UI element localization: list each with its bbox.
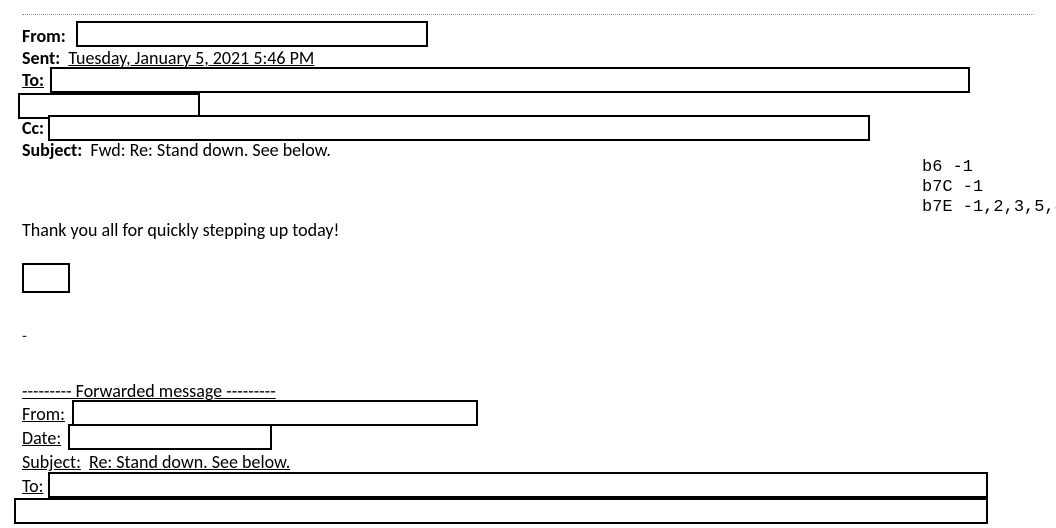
dash-mark: - bbox=[22, 327, 1034, 346]
exemption-codes: b6 -1 b7C -1 b7E -1,2,3,5,8 bbox=[922, 158, 1056, 218]
fwd-from-label: From: bbox=[22, 403, 65, 425]
fwd-to-row: To: bbox=[22, 474, 1034, 498]
forward-separator: --------- Forwarded message --------- bbox=[22, 380, 1034, 402]
cc-label: Cc: bbox=[22, 117, 44, 139]
redaction-fwd-date bbox=[68, 424, 272, 450]
redaction-cc bbox=[48, 115, 870, 141]
fwd-bottom-row bbox=[22, 498, 1034, 526]
sent-row: Sent: Tuesday, January 5, 2021 5:46 PM bbox=[22, 47, 1034, 69]
dotted-divider bbox=[22, 14, 1034, 15]
from-label: From: bbox=[22, 25, 66, 47]
redaction-fwd-from bbox=[72, 400, 478, 426]
redaction-from bbox=[76, 21, 428, 47]
redaction-fwd-to bbox=[48, 472, 988, 498]
cc-row: Cc: bbox=[22, 117, 1034, 139]
subject-value: Fwd: Re: Stand down. See below. bbox=[90, 139, 331, 161]
fwd-subject-value: Re: Stand down. See below. bbox=[89, 451, 290, 473]
fwd-date-row: Date: bbox=[22, 426, 1034, 450]
sent-label: Sent: bbox=[22, 47, 60, 69]
subject-row: Subject: Fwd: Re: Stand down. See below. bbox=[22, 139, 1034, 161]
redaction-fwd-bottom bbox=[14, 498, 988, 524]
fwd-subject-label: Subject: bbox=[22, 451, 81, 473]
page-content: From: Sent: Tuesday, January 5, 2021 5:4… bbox=[22, 0, 1034, 526]
fwd-from-row: From: bbox=[22, 402, 1034, 426]
forwarded-block: From: Date: Subject: Re: Stand down. See… bbox=[22, 402, 1034, 526]
body-line: Thank you all for quickly stepping up to… bbox=[22, 219, 1034, 241]
redaction-signature bbox=[22, 263, 70, 293]
redaction-to-top bbox=[50, 67, 970, 93]
sent-value: Tuesday, January 5, 2021 5:46 PM bbox=[68, 47, 314, 69]
fwd-to-label: To: bbox=[22, 475, 43, 497]
from-row: From: bbox=[22, 25, 1034, 47]
to-row: To: bbox=[22, 69, 1034, 117]
subject-label: Subject: bbox=[22, 139, 82, 161]
fwd-subject-row: Subject: Re: Stand down. See below. bbox=[22, 450, 1034, 474]
fwd-date-label: Date: bbox=[22, 427, 61, 449]
to-label: To: bbox=[22, 69, 44, 91]
